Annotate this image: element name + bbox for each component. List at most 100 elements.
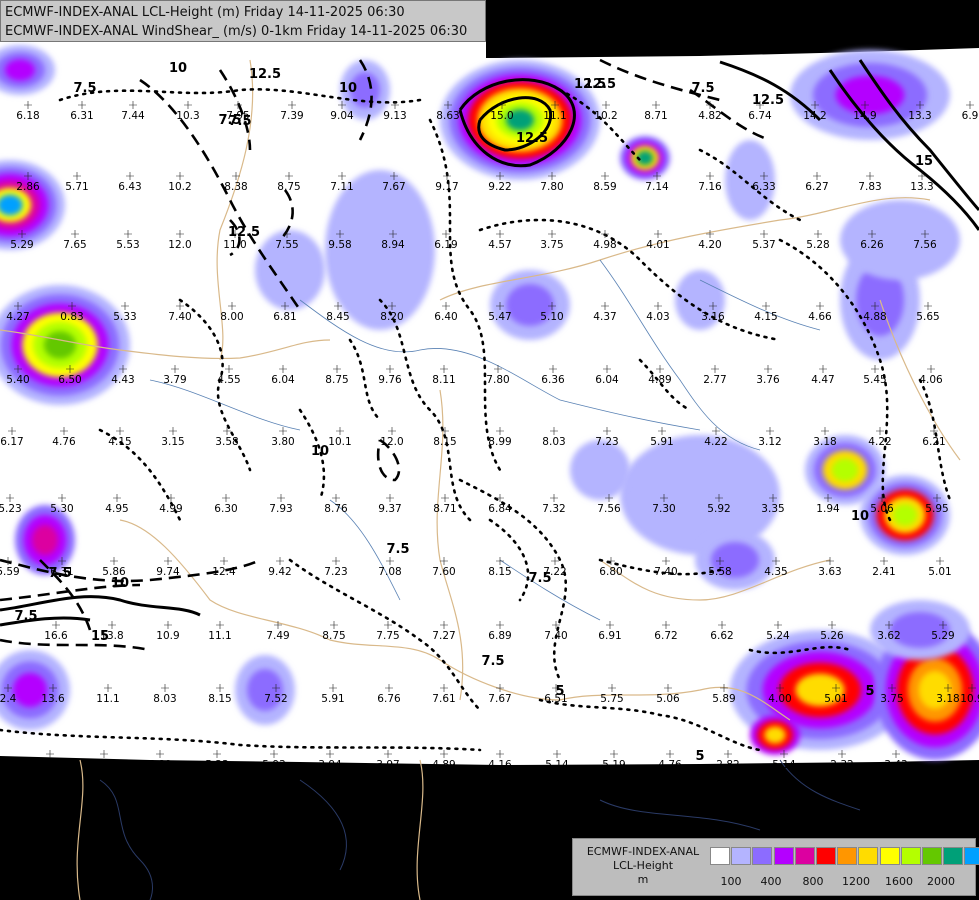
grid-value: 9.17 (435, 181, 458, 193)
grid-value: 6.30 (214, 503, 237, 515)
grid-value: 3.63 (818, 566, 841, 578)
color-legend: ECMWF-INDEX-ANAL LCL-Height m 100 400 800 1… (572, 838, 979, 896)
grid-value: 6.9 (962, 110, 979, 122)
grid-value: 7.60 (432, 566, 455, 578)
legend-variable: LCL-Height (612, 859, 674, 872)
grid-value: 3.12 (758, 436, 781, 448)
contour-label: 5 (555, 684, 564, 699)
grid-value: 5.23 (205, 759, 228, 771)
contour-label: 7.5 (386, 542, 409, 557)
grid-value: 4.00 (768, 693, 791, 705)
grid-value: 8.15 (488, 566, 511, 578)
grid-value: 5.06 (656, 693, 680, 705)
contour-label: 12.5 (516, 131, 548, 146)
legend-unit: m (637, 873, 649, 886)
legend-swatch (943, 847, 964, 865)
contour-label: 7.5 (218, 113, 241, 128)
grid-value: 9.22 (488, 181, 511, 193)
grid-value: 7.56 (597, 503, 621, 515)
legend-swatch (921, 847, 942, 865)
grid-value: 5.45 (863, 374, 886, 386)
grid-value: 5.24 (766, 630, 790, 642)
legend-swatch (794, 847, 815, 865)
grid-value: 6.27 (805, 181, 828, 193)
grid-value: 5.26 (820, 630, 844, 642)
grid-value: 5.59 (0, 566, 20, 578)
grid-value: 5.01 (928, 566, 951, 578)
grid-value: 5.89 (712, 693, 735, 705)
grid-value: 6.72 (654, 630, 677, 642)
legend-swatch (752, 847, 773, 865)
grid-value: 3.16 (701, 311, 725, 323)
grid-value: 6.89 (488, 630, 511, 642)
grid-value: 6.04 (271, 374, 295, 386)
legend-tick-label: 800 (802, 875, 824, 888)
grid-value: 8.38 (224, 181, 247, 193)
grid-value: 9.58 (328, 239, 351, 251)
grid-value: 4.22 (704, 436, 727, 448)
grid-value: 14.2 (803, 110, 826, 122)
lcl-shade (892, 504, 918, 526)
grid-value: 8.45 (326, 311, 349, 323)
lcl-shade (840, 200, 960, 280)
grid-value: 1.94 (816, 503, 840, 515)
grid-value: 4.01 (646, 239, 669, 251)
grid-value: 6.50 (58, 374, 81, 386)
grid-value: 6.04 (595, 374, 619, 386)
grid-value: 5.91 (650, 436, 673, 448)
grid-value: 6.62 (710, 630, 733, 642)
grid-value: 12.4 (212, 566, 236, 578)
grid-value: 5.01 (824, 693, 847, 705)
grid-value: 5.29 (10, 239, 33, 251)
grid-value: 2.4 (0, 693, 17, 705)
grid-value: 9.04 (330, 110, 354, 122)
grid-value: 5.65 (916, 311, 939, 323)
contour-label: 12.5 (574, 77, 606, 92)
grid-value: 8.71 (433, 503, 456, 515)
grid-value: 4.98 (593, 239, 616, 251)
contour-label: 5 (865, 684, 874, 699)
grid-value: 2.41 (872, 566, 895, 578)
grid-value: 4.15 (754, 311, 777, 323)
grid-value: 5.93 (262, 759, 285, 771)
grid-value: 4.43 (111, 374, 134, 386)
grid-value: 7.55 (275, 239, 298, 251)
grid-value: 5.58 (708, 566, 731, 578)
grid-value: 7.56 (913, 239, 937, 251)
legend-ticks: 100 400 800 1200 1600 2000 (713, 875, 973, 891)
grid-value: 2.82 (716, 759, 739, 771)
map-title: ECMWF-INDEX-ANAL LCL-Height (m) Friday 1… (0, 0, 486, 42)
legend-tick-label: 1600 (885, 875, 913, 888)
grid-value: 3.94 (318, 759, 342, 771)
contour-label: 10 (851, 509, 869, 524)
grid-value: 8.15 (433, 436, 456, 448)
grid-value: 7.40 (168, 311, 191, 323)
legend-swatch (710, 847, 730, 865)
grid-value: 4.03 (646, 311, 669, 323)
grid-value: 3.58 (215, 436, 238, 448)
grid-value: 7.23 (324, 566, 347, 578)
grid-value: 5.14 (772, 759, 796, 771)
grid-value: 3.15 (161, 436, 184, 448)
legend-swatch (837, 847, 858, 865)
grid-value: 6.21 (922, 436, 945, 448)
grid-value: 5.10 (540, 311, 563, 323)
grid-value: 5.30 (50, 503, 73, 515)
grid-value: 4.57 (488, 239, 511, 251)
grid-value: 4.47 (811, 374, 834, 386)
grid-value: 3.97 (376, 759, 399, 771)
grid-value: 2.77 (703, 374, 726, 386)
grid-value: 5.06 (870, 503, 894, 515)
grid-value: 6.74 (748, 110, 772, 122)
grid-value: 5.47 (488, 311, 511, 323)
grid-value: 5.37 (752, 239, 775, 251)
grid-value: 3.18 (936, 693, 959, 705)
grid-value: 4.76 (52, 436, 76, 448)
grid-value: 7.32 (542, 503, 565, 515)
grid-value: 13.3 (910, 181, 933, 193)
contour-label: 12.5 (249, 67, 281, 82)
grid-value: 6.33 (752, 181, 775, 193)
grid-value: 7.40 (544, 630, 567, 642)
grid-value: 9.13 (383, 110, 406, 122)
grid-value: 8.03 (542, 436, 565, 448)
